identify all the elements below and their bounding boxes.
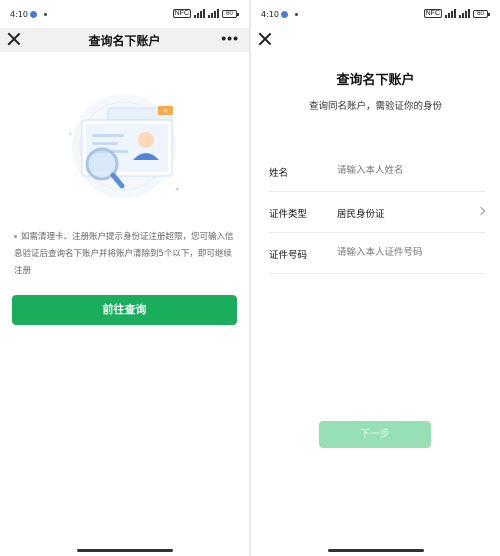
- id-type-value[interactable]: 居民身份证: [337, 206, 385, 220]
- app-notification-icon: [30, 11, 37, 18]
- nav-bar: [251, 28, 500, 52]
- signal-icon-2: [459, 9, 470, 18]
- name-label: 姓名: [269, 168, 289, 179]
- nfc-icon: NFC: [423, 9, 442, 18]
- status-bar: 4:10 NFC 60: [251, 0, 500, 28]
- status-icons: NFC 60: [172, 9, 239, 18]
- nfc-icon: NFC: [172, 9, 191, 18]
- status-time: 4:10: [10, 10, 28, 19]
- left-screen: 4:10 NFC 60 查询名下账户 ••• × ✦ ✦ 如需清理卡、注册账户提…: [0, 0, 249, 556]
- id-number-input[interactable]: [337, 247, 477, 258]
- go-query-button[interactable]: 前往查询: [12, 295, 237, 325]
- chevron-right-icon[interactable]: [476, 206, 486, 216]
- notification-dot-icon: [44, 13, 47, 16]
- signal-icon-2: [208, 9, 219, 18]
- notification-dot-icon: [295, 13, 298, 16]
- right-screen: 4:10 NFC 60 查询名下账户 查询同名账户，需验证你的身份 姓名 证件类…: [251, 0, 500, 556]
- status-icons: NFC 60: [423, 9, 490, 18]
- signal-icon: [194, 9, 205, 18]
- close-icon[interactable]: [258, 32, 272, 46]
- id-card-search-illustration: × ✦ ✦: [68, 94, 181, 198]
- page-title: 查询名下账户: [88, 34, 161, 48]
- battery-icon: 60: [473, 9, 490, 18]
- status-bar: 4:10 NFC 60: [0, 0, 249, 28]
- status-time: 4:10: [261, 10, 279, 19]
- id-number-row[interactable]: 证件号码: [269, 234, 486, 274]
- home-indicator[interactable]: [76, 549, 173, 552]
- page-subtitle: 查询同名账户，需验证你的身份: [308, 101, 442, 112]
- notice-text-block: 如需清理卡、注册账户提示身份证注册超限，您可输入信息验证后查询名下账户并将账户清…: [14, 229, 240, 280]
- battery-icon: 60: [222, 9, 239, 18]
- svg-text:✦: ✦: [174, 185, 181, 194]
- next-button[interactable]: 下一步: [319, 421, 431, 448]
- id-type-label: 证件类型: [269, 209, 308, 220]
- svg-text:✦: ✦: [68, 131, 73, 138]
- home-indicator[interactable]: [327, 549, 424, 552]
- name-input[interactable]: [337, 165, 477, 176]
- id-number-label: 证件号码: [269, 250, 308, 261]
- app-notification-icon: [281, 11, 288, 18]
- notice-text: 如需清理卡、注册账户提示身份证注册超限，您可输入信息验证后查询名下账户并将账户清…: [14, 232, 234, 276]
- name-row[interactable]: 姓名: [269, 152, 486, 192]
- nav-bar: 查询名下账户 •••: [0, 28, 249, 52]
- id-type-row[interactable]: 证件类型 居民身份证: [269, 193, 486, 233]
- page-title: 查询名下账户: [336, 73, 415, 88]
- signal-icon: [445, 9, 456, 18]
- bullet-icon: [14, 235, 17, 238]
- svg-text:×: ×: [163, 107, 169, 115]
- more-icon[interactable]: •••: [221, 30, 239, 46]
